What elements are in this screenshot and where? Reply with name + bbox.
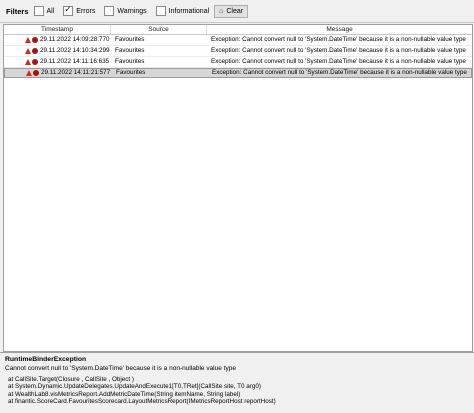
filter-errors[interactable]: Errors [63, 4, 96, 16]
filter-informational-checkbox[interactable] [155, 6, 166, 16]
table-row[interactable]: 29.11.2022 14:09:28:770 Favourites Excep… [4, 35, 472, 46]
filters-label: Filters [6, 6, 29, 16]
message-cell: Exception: Cannot convert null to 'Syste… [211, 47, 466, 54]
grid-header: Timestamp Source Message [4, 25, 472, 35]
timestamp-text: 29.11.2022 14:11:21:577 [41, 69, 111, 76]
table-row[interactable]: 29.11.2022 14:11:16:635 Favourites Excep… [4, 57, 472, 68]
message-cell: Exception: Cannot convert null to 'Syste… [211, 36, 466, 43]
error-icon [32, 59, 38, 65]
error-icon [33, 70, 39, 76]
stack-trace-line: at WealthLab8.visMetricsReport.AddMetric… [8, 390, 241, 398]
timestamp-cell: 29.11.2022 14:11:21:577 [5, 68, 112, 78]
exception-detail-panel[interactable]: RuntimeBinderException Cannot convert nu… [0, 352, 474, 413]
filter-warnings-checkbox[interactable] [104, 6, 115, 16]
clear-button-label: Clear [226, 7, 244, 15]
error-icon [32, 37, 38, 43]
message-cell: Exception: Cannot convert null to 'Syste… [212, 69, 467, 76]
warning-icon [26, 70, 32, 76]
exception-message: Cannot convert null to 'System.DateTime'… [5, 365, 236, 372]
stack-trace-line: at finantic.ScoreCard.FavouritesScorecar… [8, 398, 276, 406]
warning-icon [25, 59, 31, 65]
filter-bar: Filters All Errors Warnings Informationa… [0, 0, 474, 23]
column-header-message[interactable]: Message [207, 25, 472, 34]
filter-warnings-label: Warnings [117, 7, 147, 15]
source-cell: Favourites [115, 36, 145, 43]
source-cell: Favourites [115, 58, 145, 65]
timestamp-text: 29.11.2022 14:09:28:770 [40, 36, 110, 43]
source-cell: Favourites [115, 47, 145, 54]
filter-all-label: All [46, 7, 55, 15]
warning-icon [25, 37, 31, 43]
message-cell: Exception: Cannot convert null to 'Syste… [211, 58, 466, 65]
eraser-icon: ⌂ [219, 7, 224, 15]
column-header-source[interactable]: Source [111, 25, 207, 34]
timestamp-text: 29.11.2022 14:11:16:635 [40, 58, 110, 65]
error-icon [32, 48, 38, 54]
filter-warnings[interactable]: Warnings [104, 6, 147, 16]
table-row-selected[interactable]: 29.11.2022 14:11:21:577 Favourites Excep… [4, 68, 472, 78]
exception-type: RuntimeBinderException [5, 356, 87, 363]
warning-icon [25, 48, 31, 54]
timestamp-cell: 29.11.2022 14:10:34:299 [4, 46, 111, 56]
filter-informational[interactable]: Informational [155, 6, 210, 16]
clear-button[interactable]: ⌂ Clear [214, 4, 249, 18]
filter-errors-label: Errors [76, 7, 96, 15]
column-header-timestamp[interactable]: Timestamp [4, 25, 111, 34]
timestamp-text: 29.11.2022 14:10:34:299 [40, 47, 110, 54]
timestamp-cell: 29.11.2022 14:11:16:635 [4, 57, 111, 67]
stack-trace-line: at CallSite.Target(Closure , CallSite , … [8, 376, 134, 383]
filter-informational-label: Informational [168, 7, 210, 15]
filter-errors-checkbox[interactable] [63, 4, 74, 16]
table-row[interactable]: 29.11.2022 14:10:34:299 Favourites Excep… [4, 46, 472, 57]
stack-trace-line: at System.Dynamic.UpdateDelegates.Update… [8, 383, 261, 391]
source-cell: Favourites [116, 69, 146, 76]
filter-all-checkbox[interactable] [33, 6, 44, 16]
filter-all[interactable]: All [33, 6, 55, 16]
timestamp-cell: 29.11.2022 14:09:28:770 [4, 35, 111, 45]
log-grid[interactable]: Timestamp Source Message 29.11.2022 14:0… [3, 24, 473, 352]
